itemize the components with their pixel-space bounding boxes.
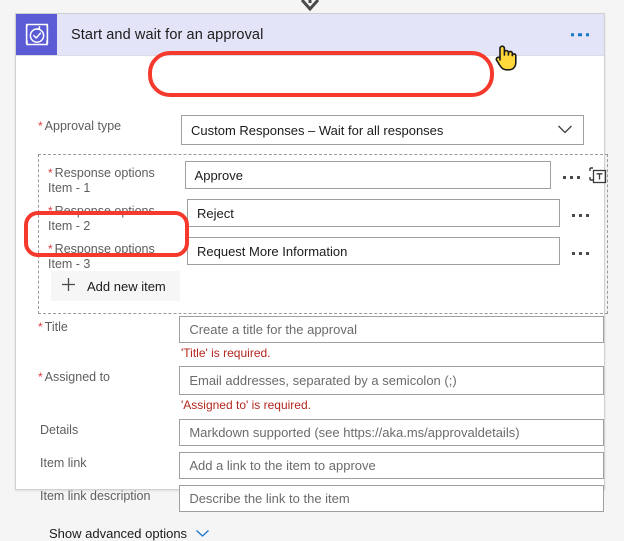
ellipsis-dot [586,252,589,255]
item-link-input[interactable] [189,458,594,473]
title-error-message: 'Title' is required. [181,346,271,360]
required-marker: * [38,370,43,384]
assigned-to-input[interactable] [189,373,594,388]
ellipsis-dot [578,32,582,37]
chevron-down-icon [557,123,573,138]
response-option-3-label-text: Response options Item - 3 [48,242,155,271]
card-menu-button[interactable] [568,28,593,42]
assigned-to-label: * Assigned to [38,366,166,385]
details-label: Details [38,419,166,438]
chevron-down-icon [195,526,210,541]
field-row-approval-type: * Approval type Custom Responses – Wait f… [16,115,604,145]
field-row-details: Details [16,419,604,446]
field-row-item-link: Item link [16,452,604,479]
response-option-3-input[interactable]: Request More Information [187,237,560,265]
required-marker: * [48,242,53,256]
required-marker: * [38,320,43,334]
ellipsis-dot [586,214,589,217]
ellipsis-dot [579,214,582,217]
response-option-2-input[interactable]: Reject [187,199,560,227]
response-option-2-label-text: Response options Item - 2 [48,204,155,233]
response-option-row: * Response options Item - 1 Approve [39,161,607,196]
title-input-wrap[interactable] [179,316,604,343]
field-row-item-link-description: Item link description [16,485,604,512]
ellipsis-dot [572,214,575,217]
add-new-item-button[interactable]: Add new item [51,271,180,301]
dynamic-content-text-icon[interactable] [589,166,607,191]
ellipsis-dot [570,32,574,37]
ellipsis-dot [572,252,575,255]
required-marker: * [48,166,53,180]
ellipsis-dot [579,252,582,255]
response-option-2-menu-button[interactable] [572,214,589,217]
plus-icon [61,277,76,295]
response-option-row: * Response options Item - 3 Request More … [39,237,607,272]
response-option-3-value: Request More Information [197,243,348,259]
response-option-row: * Response options Item - 2 Reject [39,199,607,234]
approval-check-icon [16,14,57,55]
response-options-container: * Response options Item - 1 Approve * Re… [38,154,608,314]
show-advanced-options-label: Show advanced options [49,526,188,541]
card-title: Start and wait for an approval [71,26,264,43]
show-advanced-options-button[interactable]: Show advanced options [49,526,210,541]
assigned-to-error-message: 'Assigned to' is required. [181,398,311,412]
response-option-3-menu-button[interactable] [572,252,589,255]
action-card: Start and wait for an approval * Approval… [15,13,608,541]
item-link-input-wrap[interactable] [179,452,604,479]
item-link-label-text: Item link [40,456,87,470]
assigned-to-input-wrap[interactable] [179,366,604,395]
ellipsis-dot [563,176,566,179]
item-link-label: Item link [38,452,166,471]
approval-type-label-text: Approval type [44,119,122,133]
ellipsis-dot [570,176,573,179]
response-option-2-label: * Response options Item - 2 [48,199,180,234]
item-link-description-input-wrap[interactable] [179,485,604,512]
item-link-description-input[interactable] [189,491,594,506]
approval-type-select[interactable]: Custom Responses – Wait for all response… [181,115,584,145]
approval-type-label: * Approval type [38,115,168,134]
item-link-description-label-text: Item link description [40,489,151,503]
add-new-item-label: Add new item [87,278,166,294]
details-input[interactable] [189,425,594,440]
field-row-assigned-to: * Assigned to [16,366,604,395]
response-option-1-label-text: Response options Item - 1 [48,166,155,195]
flow-designer-canvas: Start and wait for an approval * Approval… [0,0,624,541]
details-label-text: Details [40,423,79,437]
title-label-text: Title [44,320,68,334]
response-option-1-value: Approve [194,167,243,183]
response-option-3-label: * Response options Item - 3 [48,237,180,272]
ellipsis-dot [585,32,589,37]
title-input[interactable] [189,322,594,337]
response-option-2-value: Reject [197,205,234,221]
card-header[interactable]: Start and wait for an approval [16,14,604,56]
title-label: * Title [38,316,166,335]
item-link-description-label: Item link description [38,485,166,504]
response-option-1-label: * Response options Item - 1 [48,161,178,196]
response-option-1-menu-button[interactable] [563,176,580,179]
ellipsis-dot [577,176,580,179]
required-marker: * [38,119,43,133]
required-marker: * [48,204,53,218]
field-row-title: * Title [16,316,604,343]
assigned-to-label-text: Assigned to [44,370,110,384]
approval-type-value: Custom Responses – Wait for all response… [191,122,444,138]
card-body: * Approval type Custom Responses – Wait f… [16,56,608,541]
response-option-1-input[interactable]: Approve [184,161,551,189]
details-input-wrap[interactable] [179,419,604,446]
arrow-down-icon [296,0,324,12]
